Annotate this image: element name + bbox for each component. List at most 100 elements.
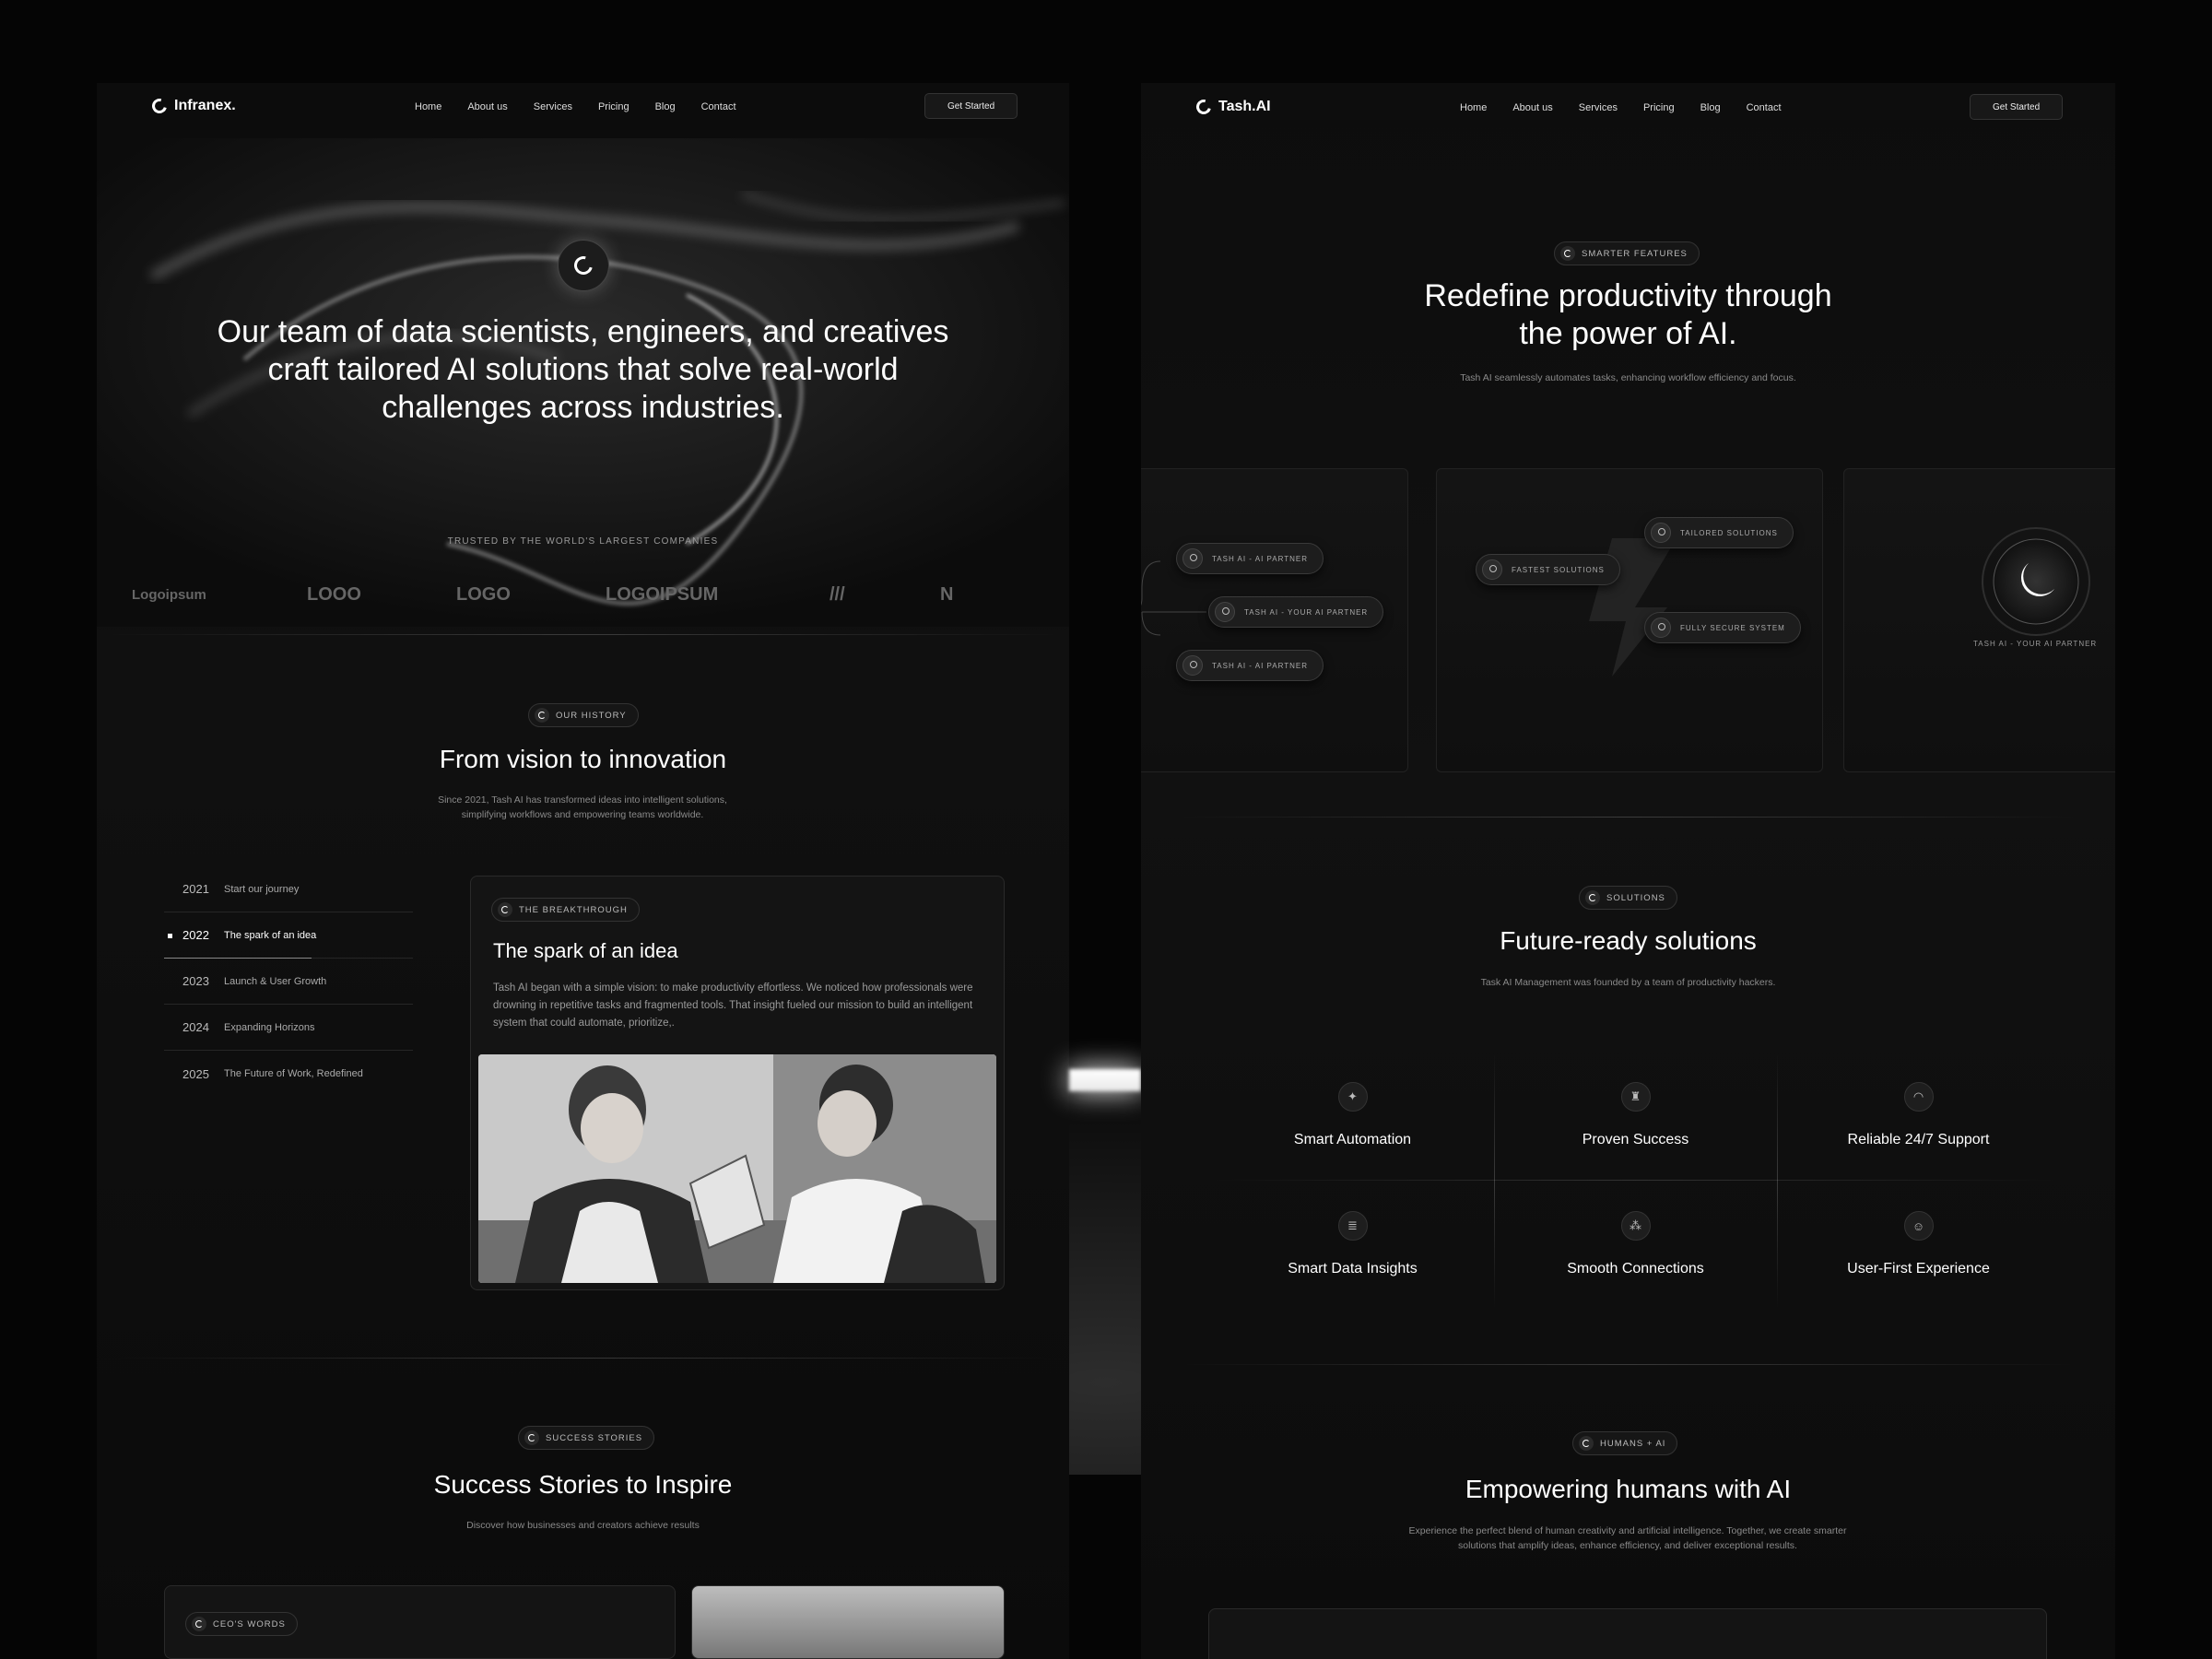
nav-home[interactable]: Home [415,101,441,112]
nav-blog[interactable]: Blog [1700,102,1721,113]
nav-services[interactable]: Services [1579,102,1618,113]
nav-pricing[interactable]: Pricing [598,101,629,112]
moon-icon [498,902,512,917]
client-logo: N [940,583,954,605]
user-icon [1182,548,1203,569]
nav-home[interactable]: Home [1460,102,1487,113]
solution-user-first[interactable]: ☺ User-First Experience [1777,1180,2060,1309]
brand-name: Tash.AI [1218,99,1271,114]
get-started-button[interactable]: Get Started [1970,94,2064,120]
history-subtitle: Since 2021, Tash AI has transformed idea… [438,794,727,820]
timeline-item-2021[interactable]: 2021 Start our journey [164,866,413,912]
moon-logo-icon [149,96,170,116]
humans-card [1208,1608,2047,1659]
solutions-pill: SOLUTIONS [1579,886,1677,910]
infranex-page: Infranex. Home About us Services Pricing… [97,83,1069,1659]
features-subtitle: Tash AI seamlessly automates tasks, enha… [1460,372,1796,383]
timeline-item-2024[interactable]: 2024 Expanding Horizons [164,1005,413,1051]
stories-pill: SUCCESS STORIES [518,1426,655,1450]
client-logo: LOGOIPSUM [606,583,719,605]
card-title: The spark of an idea [493,939,678,962]
orb-label: TASH AI - YOUR AI PARTNER [1973,640,2098,648]
client-logo: /// [830,583,845,605]
features-title-line2: the power of AI. [1519,316,1737,351]
moon-icon [524,1430,539,1445]
brand-logo[interactable]: Infranex. [149,96,236,116]
nav-about[interactable]: About us [1512,102,1552,113]
user-icon [1651,523,1671,543]
solution-proven-success[interactable]: ♜ Proven Success [1494,1051,1777,1180]
center-light-beam [1069,1069,1141,1091]
client-logos: Logoipsum LOOO LOGO LOGOIPSUM /// N [97,571,1069,618]
top-nav: Infranex. Home About us Services Pricing… [97,83,1069,131]
breakthrough-pill: THE BREAKTHROUGH [491,898,640,922]
humans-title: Empowering humans with AI [1465,1475,1792,1503]
moon-icon [535,708,549,723]
tash-ai-page: Tash.AI Home About us Services Pricing B… [1141,83,2115,1659]
client-logo: LOOO [307,583,361,605]
timeline-item-2023[interactable]: 2023 Launch & User Growth [164,959,413,1005]
section-divider [97,634,1069,635]
database-icon: ≣ [1337,1211,1368,1241]
humans-pill: HUMANS + AI [1572,1431,1678,1455]
humans-subtitle: Experience the perfect blend of human cr… [1408,1525,1847,1551]
nav-contact[interactable]: Contact [701,101,736,112]
story-photo-card [691,1585,1005,1659]
solution-data-insights[interactable]: ≣ Smart Data Insights [1211,1180,1494,1309]
solution-connections[interactable]: ⁂ Smooth Connections [1494,1180,1777,1309]
client-logo: Logoipsum [132,586,206,603]
solution-chip[interactable]: TAILORED SOLUTIONS [1644,517,1794,548]
section-divider [1178,1364,2078,1365]
feature-card-partners: TASH AI - AI PARTNER TASH AI - YOUR AI P… [1141,468,1408,772]
user-icon [1182,655,1203,676]
nav-about[interactable]: About us [467,101,507,112]
section-divider [1178,817,2078,818]
solutions-title: Future-ready solutions [1500,926,1757,955]
brand-name: Infranex. [174,98,236,113]
feature-card-orb: TASH AI - YOUR AI PARTNER [1843,468,2115,772]
moon-icon [1579,1436,1594,1451]
ceo-quote-card: CEO'S WORDS [164,1585,676,1659]
user-icon [1651,618,1671,638]
nav-links: Home About us Services Pricing Blog Cont… [1460,102,1782,113]
hero-logo-badge [558,240,609,291]
partner-chip[interactable]: TASH AI - AI PARTNER [1176,543,1324,574]
brand-logo[interactable]: Tash.AI [1194,97,1271,117]
card-body: Tash AI began with a simple vision: to m… [493,982,973,1029]
breakthrough-card: THE BREAKTHROUGH The spark of an idea Ta… [470,876,1005,1290]
solution-chip[interactable]: FASTEST SOLUTIONS [1476,554,1620,585]
section-divider [115,1358,1051,1359]
team-photo [478,1054,996,1283]
moon-logo-icon [1194,97,1214,117]
get-started-button[interactable]: Get Started [924,93,1018,119]
headset-icon: ◠ [1903,1082,1934,1112]
hero-title: Our team of data scientists, engineers, … [217,314,949,425]
timeline-item-2022[interactable]: 2022 The spark of an idea [164,912,413,959]
moon-icon [192,1617,206,1631]
moon-icon [1560,246,1575,261]
solutions-subtitle: Task AI Management was founded by a team… [1480,977,1776,988]
nav-services[interactable]: Services [534,101,572,112]
user-icon [1482,559,1502,580]
nav-contact[interactable]: Contact [1747,102,1782,113]
nodes-icon: ⁂ [1620,1211,1651,1241]
client-logo: LOGO [456,583,511,605]
features-pill: SMARTER FEATURES [1554,241,1700,265]
solution-support[interactable]: ◠ Reliable 24/7 Support [1777,1051,2060,1180]
lightbulb-icon: ✦ [1337,1082,1368,1112]
nav-blog[interactable]: Blog [655,101,676,112]
solution-chip[interactable]: FULLY SECURE SYSTEM [1644,612,1801,643]
top-nav: Tash.AI Home About us Services Pricing B… [1141,83,2115,131]
history-timeline: 2021 Start our journey 2022 The spark of a… [164,866,413,1097]
stories-title: Success Stories to Inspire [433,1470,733,1499]
moon-icon [1585,890,1600,905]
nav-pricing[interactable]: Pricing [1643,102,1675,113]
brain-icon [1215,602,1235,622]
trophy-icon: ♜ [1620,1082,1651,1112]
solution-smart-automation[interactable]: ✦ Smart Automation [1211,1051,1494,1180]
partner-chip[interactable]: TASH AI - AI PARTNER [1176,650,1324,681]
stories-subtitle: Discover how businesses and creators ach… [466,1520,700,1531]
partner-chip[interactable]: TASH AI - YOUR AI PARTNER [1208,596,1384,628]
moon-logo-icon [571,253,596,278]
timeline-item-2025[interactable]: 2025 The Future of Work, Redefined [164,1051,413,1097]
